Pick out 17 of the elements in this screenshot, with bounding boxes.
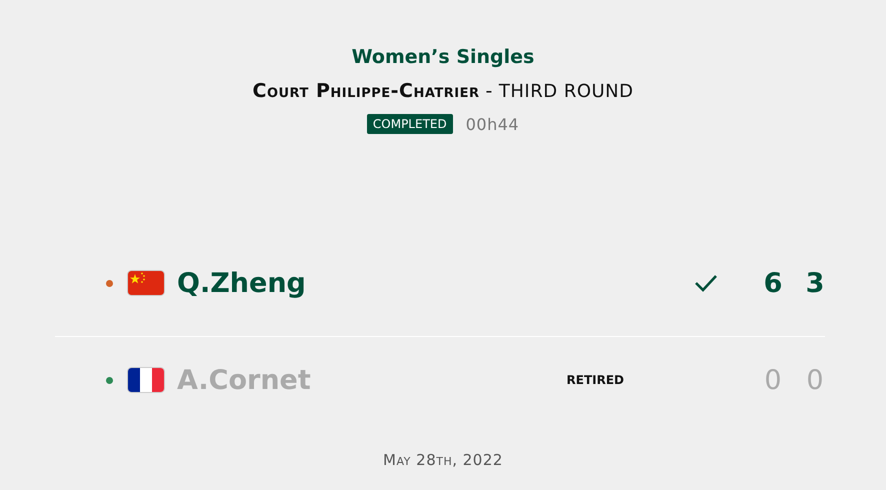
check-icon (694, 274, 718, 292)
match-date: May 28th, 2022 (383, 451, 503, 469)
set-score: 3 (804, 268, 826, 298)
set-score: 0 (805, 364, 825, 396)
match-duration: 00h44 (466, 114, 520, 134)
event-title: Women’s Singles (352, 46, 534, 68)
status-badge: COMPLETED (366, 114, 453, 134)
set-score: 6 (762, 268, 784, 298)
court-name: Court Philippe-Chatrier (252, 80, 480, 102)
flag-icon (127, 367, 165, 393)
set-score: 0 (763, 364, 783, 396)
flag-icon (127, 270, 165, 296)
player-name: Q.Zheng (177, 268, 306, 298)
separator-dash: - (486, 80, 493, 102)
player-name: A.Cornet (177, 364, 311, 396)
round-label: THIRD ROUND (498, 81, 634, 102)
status-note: RETIRED (566, 373, 624, 387)
